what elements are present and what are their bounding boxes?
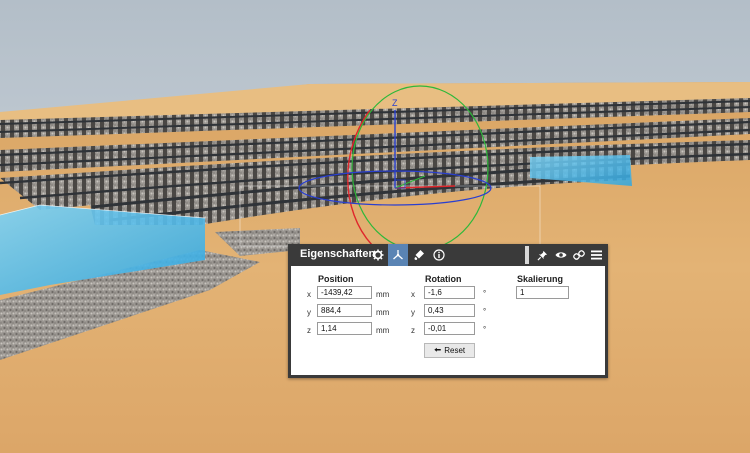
position-y-label: y xyxy=(307,308,311,317)
arrow-left-icon: 🠨 xyxy=(433,345,442,355)
rotation-z-label: z xyxy=(411,326,415,335)
position-y-field[interactable] xyxy=(317,304,372,317)
position-x-field[interactable] xyxy=(317,286,372,299)
pin-icon[interactable] xyxy=(532,244,552,266)
position-header: Position xyxy=(318,274,354,284)
panel-titlebar: Eigenschaften xyxy=(288,244,608,266)
rotation-y-label: y xyxy=(411,308,415,317)
menu-icon[interactable] xyxy=(586,244,606,266)
position-x-unit: mm xyxy=(376,290,390,299)
position-y-unit: mm xyxy=(376,308,390,317)
reset-button[interactable]: 🠨 Reset xyxy=(424,343,475,358)
paint-icon[interactable] xyxy=(409,244,429,266)
rotation-header: Rotation xyxy=(425,274,462,284)
position-z-unit: mm xyxy=(376,326,390,335)
rotation-x-unit: ° xyxy=(483,289,487,298)
scale-header: Skalierung xyxy=(517,274,564,284)
reset-label: Reset xyxy=(444,346,466,355)
rotation-y-field[interactable] xyxy=(424,304,475,317)
properties-panel: Eigenschaften Position Rotation Skalieru… xyxy=(288,244,608,378)
scale-field[interactable] xyxy=(516,286,569,299)
rotation-y-unit: ° xyxy=(483,307,487,316)
viewport-3d[interactable]: Z xyxy=(0,0,750,453)
eye-icon[interactable] xyxy=(551,244,571,266)
gear-icon[interactable] xyxy=(368,244,388,266)
rotation-x-field[interactable] xyxy=(424,286,475,299)
position-z-field[interactable] xyxy=(317,322,372,335)
position-x-label: x xyxy=(307,290,311,299)
titlebar-separator xyxy=(525,246,529,264)
rotation-z-unit: ° xyxy=(483,325,487,334)
info-icon[interactable] xyxy=(429,244,449,266)
rotation-z-field[interactable] xyxy=(424,322,475,335)
panel-title: Eigenschaften xyxy=(300,248,376,260)
rotation-x-label: x xyxy=(411,290,415,299)
position-z-label: z xyxy=(307,326,311,335)
transform-icon[interactable] xyxy=(388,244,408,266)
gizmo-axis-label: Z xyxy=(392,98,398,108)
